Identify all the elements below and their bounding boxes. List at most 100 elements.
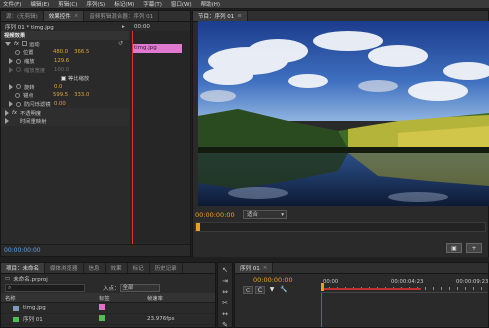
timeline-playhead[interactable] bbox=[321, 283, 324, 291]
project-filename: 未命名.prproj bbox=[13, 276, 48, 283]
stopwatch-icon[interactable] bbox=[16, 58, 21, 64]
in-label: 入点： bbox=[103, 286, 120, 292]
tab-effects[interactable]: 效果 bbox=[106, 263, 128, 273]
expand-icon[interactable] bbox=[5, 41, 11, 46]
tab-markers[interactable]: 标记 bbox=[128, 263, 150, 273]
snap-icon[interactable]: ⊂ bbox=[243, 286, 253, 294]
menu-clip[interactable]: 剪辑(C) bbox=[58, 0, 77, 8]
opacity-effect-row[interactable]: fx 不透明度 bbox=[1, 108, 129, 117]
ripple-edit-icon[interactable]: ⇔ bbox=[220, 288, 230, 296]
time-remap-row[interactable]: 时间重映射 bbox=[1, 116, 129, 126]
expand-icon[interactable] bbox=[9, 58, 13, 65]
ruler-start: 00:00 bbox=[323, 279, 339, 285]
add-button[interactable]: + bbox=[466, 243, 482, 253]
anchor-y[interactable]: 333.0 bbox=[74, 92, 89, 98]
playhead-line[interactable] bbox=[132, 31, 133, 244]
anchor-x[interactable]: 599.5 bbox=[53, 92, 68, 98]
menu-sequence[interactable]: 序列(S) bbox=[86, 0, 105, 8]
reset-icon[interactable]: ↺ bbox=[118, 40, 123, 47]
tab-info[interactable]: 信息 bbox=[84, 263, 106, 273]
menu-title[interactable]: 字幕(T) bbox=[143, 0, 162, 8]
ruler-mid: 00:00:04:23 bbox=[391, 279, 424, 285]
motion-effect-row[interactable]: fx 运动 ↺ bbox=[1, 40, 129, 49]
tab-program[interactable]: 节目：序列 01 ≡ bbox=[193, 11, 248, 21]
clip-bar[interactable]: timg.jpg bbox=[132, 44, 182, 53]
rotation-row: 旋转 0.0 bbox=[1, 83, 129, 92]
menu-marker[interactable]: 标记(M) bbox=[114, 0, 134, 8]
tab-audio-mixer[interactable]: 音频剪辑混合器：序列 01 bbox=[84, 11, 160, 21]
col-label[interactable]: 标签 bbox=[99, 294, 147, 302]
program-timecode[interactable]: 00:00:00:00 bbox=[195, 211, 235, 219]
menu-edit[interactable]: 编辑(E) bbox=[30, 0, 49, 8]
tab-project[interactable]: 项目：未命名 bbox=[1, 263, 46, 273]
project-item-row[interactable]: 序列 01 23.976fps bbox=[1, 314, 215, 325]
program-playhead[interactable] bbox=[196, 223, 200, 231]
scale-value[interactable]: 129.6 bbox=[54, 58, 69, 64]
effect-controls-panel: 源：(无剪辑) 效果控件 × 音频剪辑混合器：序列 01 序列 01 * timg… bbox=[0, 10, 191, 257]
expand-icon[interactable] bbox=[5, 109, 9, 116]
ec-footer: 00:00:00:00 bbox=[1, 244, 190, 256]
menu-window[interactable]: 窗口(W) bbox=[171, 0, 192, 8]
project-tabbar: 项目：未命名 媒体浏览器 信息 效果 标记 历史记录 bbox=[1, 263, 215, 274]
stopwatch-icon[interactable] bbox=[15, 92, 20, 98]
timeline-ruler[interactable]: 00:00 00:00:04:23 00:00:09:23 bbox=[321, 277, 488, 293]
playhead-line bbox=[321, 293, 322, 327]
menu-arrow-icon[interactable]: ≡ bbox=[237, 13, 242, 19]
expand-icon[interactable] bbox=[9, 83, 13, 90]
expand-icon[interactable] bbox=[5, 118, 9, 125]
tab-source[interactable]: 源：(无剪辑) bbox=[1, 11, 44, 21]
menu-file[interactable]: 文件(F) bbox=[3, 0, 21, 8]
pen-tool-icon[interactable]: ✎ bbox=[220, 321, 230, 328]
close-icon[interactable]: × bbox=[74, 13, 79, 19]
landscape-image bbox=[198, 21, 489, 206]
marker-icon[interactable]: ▼ bbox=[267, 286, 277, 294]
menu-help[interactable]: 帮助(H) bbox=[201, 0, 220, 8]
wrench-icon[interactable]: 🔧 bbox=[279, 286, 289, 294]
label-swatch[interactable] bbox=[99, 304, 105, 310]
ec-properties: 视频效果 fx 运动 ↺ 位置 480.0 366.5 缩放 129.6 缩放宽… bbox=[1, 31, 129, 244]
search-input[interactable]: ⌕ bbox=[5, 284, 85, 292]
position-x[interactable]: 480.0 bbox=[53, 49, 68, 55]
stopwatch-icon[interactable] bbox=[15, 49, 20, 55]
project-file-row: ▭ 未命名.prproj bbox=[1, 274, 215, 283]
project-item-row[interactable]: timg.jpg bbox=[1, 303, 215, 314]
sequence-clip-title: 序列 01 * timg.jpg bbox=[5, 24, 54, 31]
expand-icon[interactable] bbox=[9, 101, 13, 108]
work-area-bar[interactable] bbox=[321, 288, 422, 290]
col-name[interactable]: 名称 bbox=[1, 294, 99, 302]
tab-effect-controls[interactable]: 效果控件 × bbox=[43, 11, 85, 21]
antiflicker-value[interactable]: 0.00 bbox=[54, 101, 66, 107]
export-frame-button[interactable]: ▣ bbox=[446, 243, 462, 253]
ec-timeline: timg.jpg bbox=[130, 31, 190, 244]
linked-icon[interactable]: C bbox=[255, 286, 265, 294]
tools-panel: ↖ ⇥ ⇔ ✂ ↔ ✎ bbox=[217, 262, 233, 328]
motion-box-icon[interactable] bbox=[22, 41, 27, 47]
project-item-framerate: 23.976fps bbox=[147, 316, 175, 322]
col-framerate[interactable]: 帧速率 bbox=[147, 294, 207, 302]
fx-icon[interactable]: fx bbox=[14, 41, 19, 47]
rotation-value[interactable]: 0.0 bbox=[54, 84, 62, 90]
track-select-icon[interactable]: ⇥ bbox=[220, 277, 230, 285]
label-swatch[interactable] bbox=[99, 315, 105, 321]
razor-tool-icon[interactable]: ✂ bbox=[220, 299, 230, 307]
slip-tool-icon[interactable]: ↔ bbox=[220, 310, 230, 318]
ec-timecode[interactable]: 00:00:00:00 bbox=[4, 247, 41, 254]
uniform-scale-checkbox[interactable] bbox=[61, 75, 66, 81]
tab-media-browser[interactable]: 媒体浏览器 bbox=[45, 263, 84, 273]
tab-history[interactable]: 历史记录 bbox=[150, 263, 183, 273]
position-y[interactable]: 366.5 bbox=[74, 49, 89, 55]
timeline-timecode[interactable]: 00:00:00:00 bbox=[253, 276, 293, 284]
timeline-panel: 序列 01 × 00:00:00:00 ⊂ C ▼ 🔧 00:00 00:00:0… bbox=[234, 262, 489, 328]
in-dropdown[interactable]: 全部 bbox=[119, 284, 160, 292]
selection-tool-icon[interactable]: ↖ bbox=[220, 266, 230, 274]
stopwatch-icon[interactable] bbox=[16, 101, 21, 107]
fx-icon[interactable]: fx bbox=[12, 110, 17, 116]
project-item-name: timg.jpg bbox=[23, 305, 46, 311]
program-mini-ruler[interactable] bbox=[195, 222, 486, 232]
close-icon[interactable]: × bbox=[263, 265, 268, 271]
play-clip-icon[interactable]: ▸ bbox=[122, 24, 125, 30]
tab-sequence[interactable]: 序列 01 × bbox=[235, 263, 274, 273]
fit-dropdown[interactable]: 适合 ▾ bbox=[243, 210, 287, 219]
stopwatch-icon[interactable] bbox=[16, 84, 21, 90]
video-effects-header: 视频效果 bbox=[1, 31, 129, 40]
